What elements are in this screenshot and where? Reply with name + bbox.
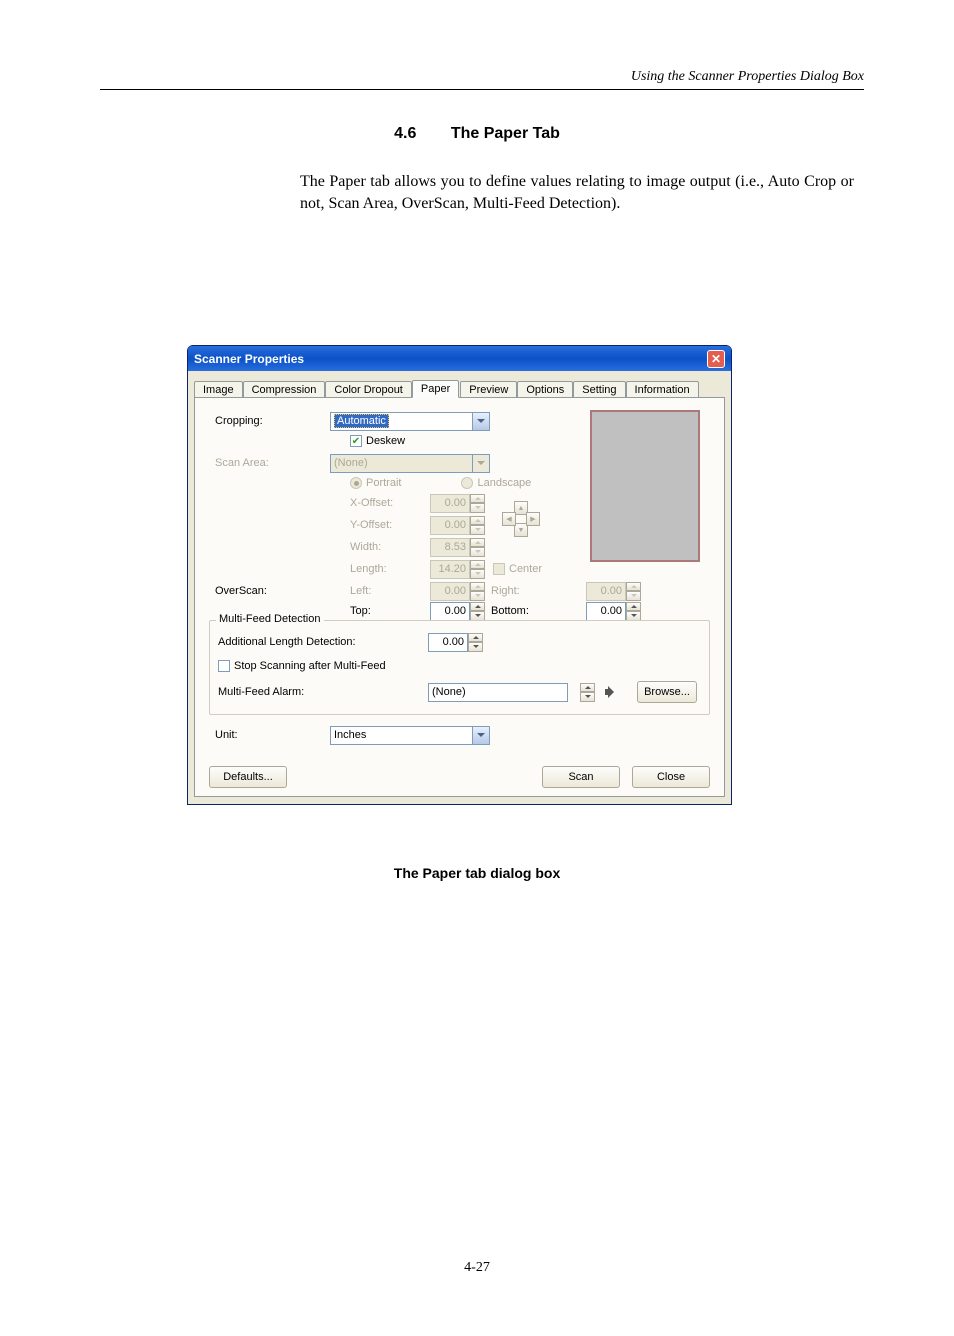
- speaker-icon[interactable]: [603, 684, 619, 700]
- alarm-select[interactable]: (None): [428, 683, 568, 702]
- cropping-select[interactable]: Automatic: [330, 412, 490, 431]
- left-label: Left:: [350, 585, 430, 597]
- scanarea-select: (None): [330, 454, 490, 473]
- unit-value: Inches: [334, 729, 366, 741]
- defaults-button[interactable]: Defaults...: [209, 766, 287, 788]
- section-heading: 4.6 The Paper Tab: [0, 125, 954, 143]
- yoffset-spinner: 0.00: [430, 516, 485, 535]
- left-spinner: 0.00: [430, 582, 485, 601]
- titlebar[interactable]: Scanner Properties ✕: [188, 346, 731, 371]
- browse-button[interactable]: Browse...: [637, 681, 697, 703]
- tab-information[interactable]: Information: [626, 381, 699, 398]
- tab-strip: Image Compression Color Dropout Paper Pr…: [194, 377, 725, 397]
- right-label: Right:: [491, 585, 546, 597]
- center-checkbox: Center: [493, 563, 542, 575]
- cropping-value: Automatic: [334, 414, 389, 428]
- page-number: 4-27: [0, 1260, 954, 1276]
- scanner-properties-dialog: Scanner Properties ✕ Image Compression C…: [187, 345, 732, 805]
- unit-select[interactable]: Inches: [330, 726, 490, 745]
- deskew-checkbox[interactable]: ✔Deskew: [350, 435, 405, 447]
- nav-left-icon: ◀: [502, 512, 516, 526]
- preview-area: [590, 410, 700, 562]
- xoffset-spinner: 0.00: [430, 494, 485, 513]
- group-title: Multi-Feed Detection: [216, 613, 324, 625]
- page-header: Using the Scanner Properties Dialog Box: [100, 0, 864, 90]
- width-spinner: 8.53: [430, 538, 485, 557]
- window-title: Scanner Properties: [194, 352, 304, 366]
- figure-caption: The Paper tab dialog box: [0, 865, 954, 881]
- close-icon[interactable]: ✕: [707, 350, 725, 368]
- paper-panel: Cropping: Automatic ✔Deskew Scan Area: (…: [194, 397, 725, 797]
- bottom-label: Bottom:: [491, 605, 546, 617]
- tab-image[interactable]: Image: [194, 381, 243, 398]
- unit-label: Unit:: [215, 729, 330, 741]
- tab-preview[interactable]: Preview: [460, 381, 517, 398]
- alarm-value: (None): [432, 686, 466, 698]
- bottom-spinner[interactable]: 0.00: [586, 602, 641, 621]
- section-body: The Paper tab allows you to define value…: [300, 171, 854, 214]
- stopscan-checkbox[interactable]: Stop Scanning after Multi-Feed: [218, 660, 386, 672]
- dropdown-arrow-icon[interactable]: [472, 413, 489, 430]
- tab-paper[interactable]: Paper: [412, 380, 459, 398]
- scanarea-label: Scan Area:: [215, 457, 330, 469]
- portrait-radio: Portrait: [350, 477, 401, 489]
- width-label: Width:: [350, 541, 430, 553]
- header-right: Using the Scanner Properties Dialog Box: [631, 69, 864, 85]
- overscan-label: OverScan:: [215, 585, 330, 597]
- scanarea-value: (None): [334, 457, 368, 469]
- length-label: Length:: [350, 563, 430, 575]
- addlen-label: Additional Length Detection:: [218, 636, 428, 648]
- landscape-radio: Landscape: [461, 477, 531, 489]
- length-spinner: 14.20: [430, 560, 485, 579]
- alarm-spinner[interactable]: [580, 683, 595, 702]
- yoffset-label: Y-Offset:: [350, 519, 430, 531]
- scan-button[interactable]: Scan: [542, 766, 620, 788]
- tab-color-dropout[interactable]: Color Dropout: [325, 381, 411, 398]
- xoffset-label: X-Offset:: [350, 497, 430, 509]
- footer-buttons: Defaults... Scan Close: [209, 766, 710, 788]
- nav-right-icon: ▶: [526, 512, 540, 526]
- section-number: 4.6: [394, 125, 416, 142]
- dropdown-arrow-icon[interactable]: [472, 727, 489, 744]
- top-label: Top:: [350, 605, 430, 617]
- tab-compression[interactable]: Compression: [243, 381, 326, 398]
- tab-options[interactable]: Options: [517, 381, 573, 398]
- alarm-label: Multi-Feed Alarm:: [218, 686, 428, 698]
- cropping-label: Cropping:: [215, 415, 330, 427]
- offset-nav: ▲ ▼ ◀ ▶: [505, 501, 537, 533]
- right-spinner: 0.00: [586, 582, 641, 601]
- addlen-spinner[interactable]: 0.00: [428, 633, 483, 652]
- top-spinner[interactable]: 0.00: [430, 602, 485, 621]
- section-title: The Paper Tab: [451, 125, 560, 142]
- multi-feed-group: Multi-Feed Detection Additional Length D…: [209, 620, 710, 715]
- tab-setting[interactable]: Setting: [573, 381, 625, 398]
- dropdown-arrow-icon: [472, 455, 489, 472]
- close-button[interactable]: Close: [632, 766, 710, 788]
